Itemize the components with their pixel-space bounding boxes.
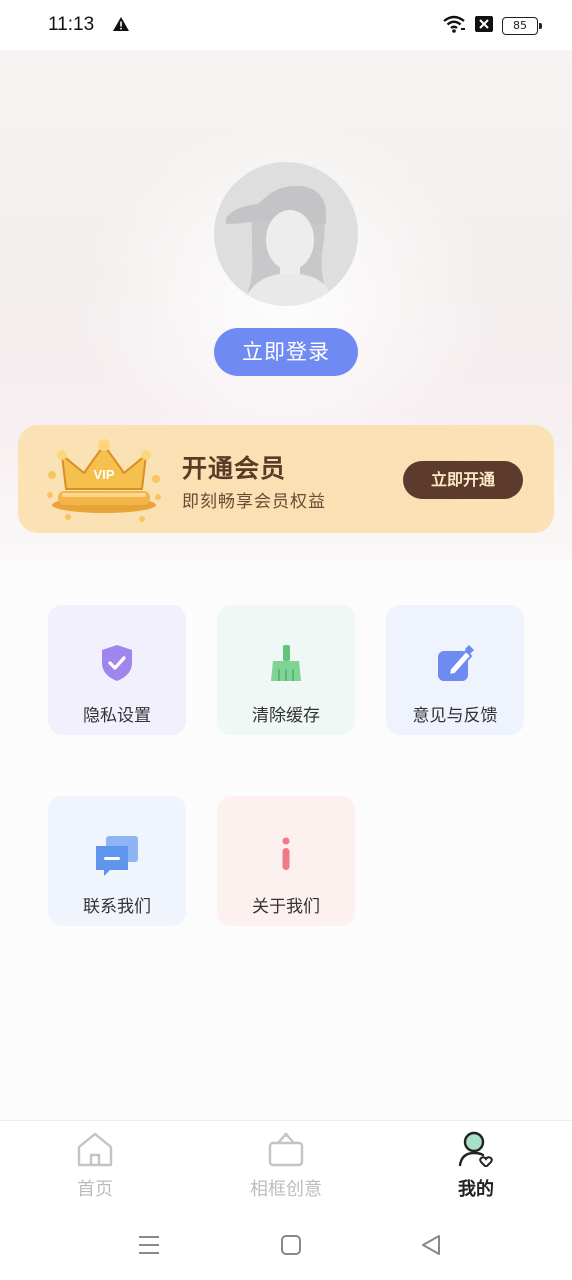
tile-label: 隐私设置 bbox=[83, 706, 151, 726]
tile-feedback[interactable]: 意见与反馈 bbox=[386, 605, 524, 735]
chat-icon bbox=[94, 834, 140, 876]
tile-label: 意见与反馈 bbox=[412, 706, 498, 726]
tile-about-us[interactable]: 关于我们 bbox=[217, 796, 355, 926]
tile-label: 关于我们 bbox=[252, 897, 320, 917]
login-button[interactable]: 立即登录 bbox=[214, 328, 358, 376]
battery-icon: 85 bbox=[502, 17, 542, 35]
back-icon[interactable] bbox=[420, 1234, 442, 1260]
wifi-icon bbox=[442, 14, 466, 38]
frame-icon bbox=[226, 1131, 346, 1171]
menu-icon[interactable] bbox=[138, 1234, 160, 1260]
default-avatar-icon bbox=[226, 185, 334, 306]
nav-label: 相框创意 bbox=[250, 1179, 322, 1200]
nav-label: 首页 bbox=[77, 1179, 113, 1200]
status-time: 11:13 bbox=[48, 14, 95, 35]
tile-clear-cache[interactable]: 清除缓存 bbox=[217, 605, 355, 735]
status-bar: 11:13 85 bbox=[0, 0, 572, 50]
warning-icon bbox=[112, 16, 130, 36]
home-icon bbox=[35, 1131, 155, 1171]
nav-item-frame-creative[interactable]: 相框创意 bbox=[226, 1131, 346, 1201]
crown-icon: VIP bbox=[44, 433, 164, 529]
no-sim-icon bbox=[474, 15, 494, 37]
status-icons: 85 bbox=[442, 14, 542, 38]
avatar[interactable] bbox=[214, 162, 358, 306]
tile-label: 清除缓存 bbox=[252, 706, 320, 726]
broom-icon bbox=[267, 643, 305, 683]
vip-badge: VIP bbox=[94, 467, 115, 482]
shield-check-icon bbox=[98, 643, 136, 683]
home-square-icon[interactable] bbox=[280, 1234, 302, 1260]
vip-title: 开通会员 bbox=[182, 454, 287, 483]
nav-label: 我的 bbox=[458, 1179, 494, 1200]
edit-icon bbox=[436, 643, 474, 683]
tile-privacy-settings[interactable]: 隐私设置 bbox=[48, 605, 186, 735]
nav-item-mine[interactable]: 我的 bbox=[416, 1131, 536, 1201]
system-nav-bar bbox=[0, 1216, 572, 1280]
tile-contact-us[interactable]: 联系我们 bbox=[48, 796, 186, 926]
bottom-nav: 首页 相框创意 我的 bbox=[0, 1120, 572, 1216]
nav-item-home[interactable]: 首页 bbox=[35, 1131, 155, 1201]
open-vip-button[interactable]: 立即开通 bbox=[403, 461, 523, 499]
info-icon bbox=[267, 834, 305, 874]
tile-label: 联系我们 bbox=[83, 897, 151, 917]
vip-banner[interactable]: VIP 开通会员 即刻畅享会员权益 立即开通 bbox=[18, 425, 554, 533]
vip-subtitle: 即刻畅享会员权益 bbox=[182, 492, 326, 512]
profile-icon bbox=[416, 1131, 536, 1171]
